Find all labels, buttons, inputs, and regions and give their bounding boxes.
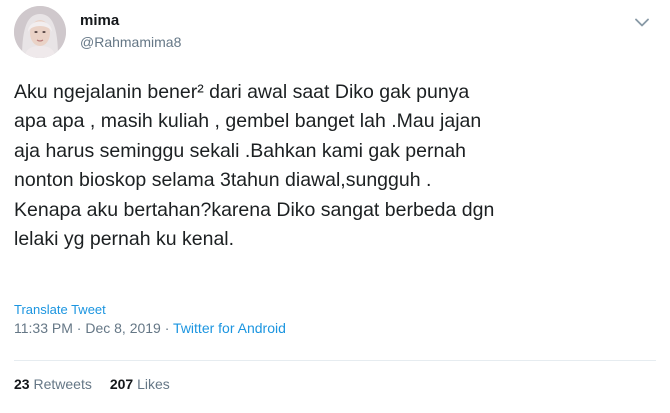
tweet-text-line: Kenapa aku bertahan?karena Diko sangat b…	[14, 198, 495, 221]
display-name[interactable]: mima	[80, 12, 119, 29]
engagement-stats: 23 Retweets 207 Likes	[14, 376, 170, 392]
profile-photo-icon	[14, 6, 66, 58]
likes-stat[interactable]: 207 Likes	[110, 376, 170, 392]
tweet-source-link[interactable]: Twitter for Android	[173, 320, 286, 336]
chevron-down-icon[interactable]	[632, 12, 652, 32]
avatar[interactable]	[14, 6, 66, 58]
tweet-meta: 11:33 PM · Dec 8, 2019 · Twitter for And…	[14, 320, 286, 336]
likes-count: 207	[109, 376, 134, 392]
tweet-time[interactable]: 11:33 PM	[14, 320, 73, 336]
tweet-card: mima @Rahmamima8 Aku ngejalanin bener² d…	[0, 0, 670, 413]
tweet-date[interactable]: Dec 8, 2019	[85, 320, 161, 336]
tweet-text-line: lelaki yg pernah ku kenal.	[14, 228, 235, 251]
divider	[14, 360, 656, 361]
tweet-text-line: apa apa , masih kuliah , gembel banget l…	[14, 110, 482, 133]
translate-tweet-link[interactable]: Translate Tweet	[14, 302, 106, 317]
tweet-text-line: aja harus seminggu sekali .Bahkan kami g…	[14, 139, 467, 162]
likes-label: Likes	[137, 376, 170, 392]
meta-separator: ·	[72, 320, 86, 336]
tweet-text: Aku ngejalanin bener² dari awal saat Dik…	[14, 78, 654, 254]
retweets-count: 23	[14, 376, 30, 392]
retweets-stat[interactable]: 23 Retweets	[14, 376, 92, 392]
meta-separator: ·	[160, 320, 174, 336]
user-handle[interactable]: @Rahmamima8	[80, 34, 181, 50]
tweet-text-line: Aku ngejalanin bener² dari awal saat Dik…	[14, 81, 470, 103]
tweet-text-line: nonton bioskop selama 3tahun diawal,sung…	[14, 169, 432, 192]
retweets-label: Retweets	[33, 376, 92, 392]
